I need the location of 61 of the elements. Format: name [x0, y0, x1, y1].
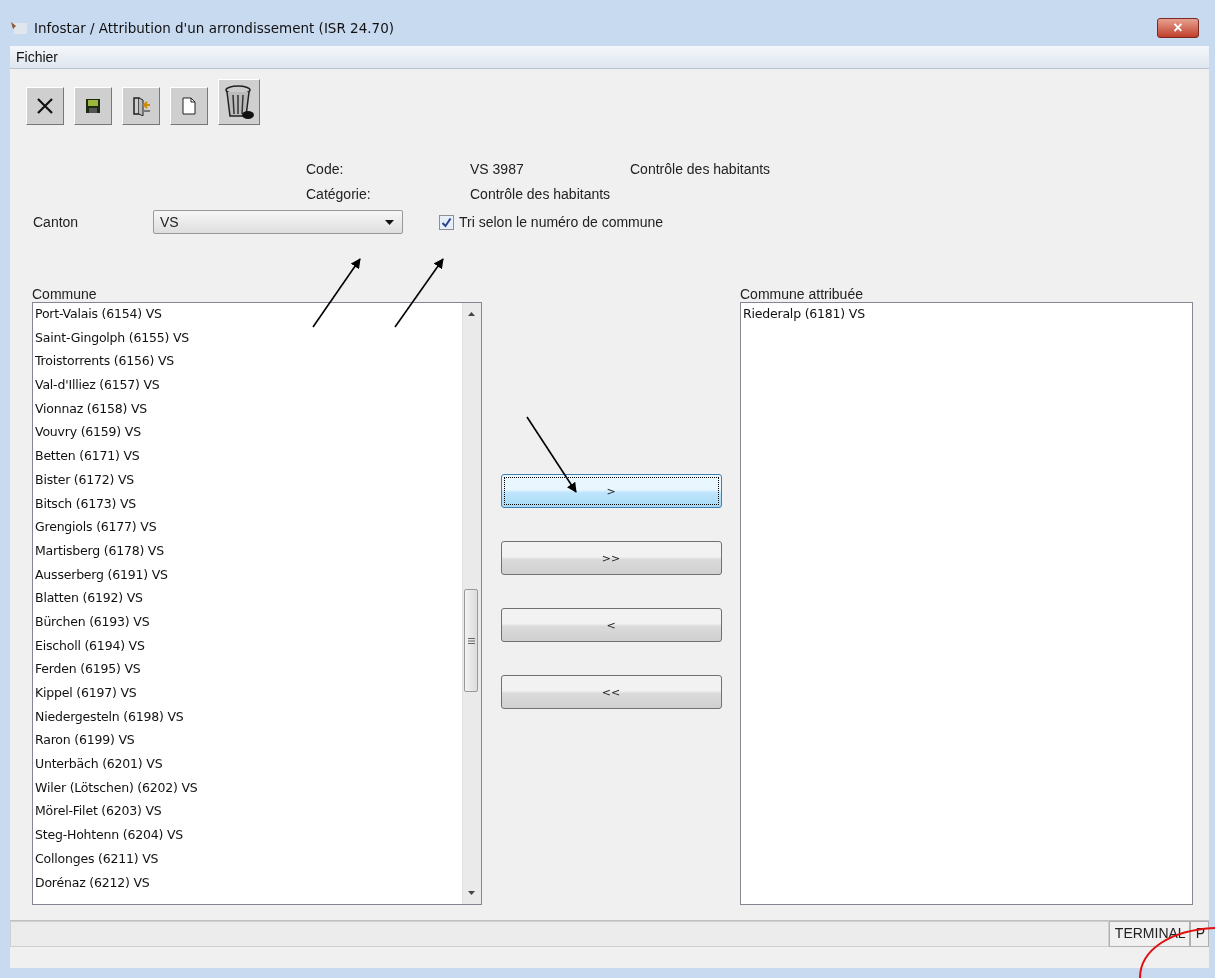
- list-item[interactable]: Eischoll (6194) VS: [33, 635, 462, 660]
- list-item[interactable]: Ferden (6195) VS: [33, 659, 462, 683]
- scrollbar[interactable]: [462, 303, 481, 904]
- status-cell: TERMINAL: [1108, 921, 1190, 947]
- app-icon: [10, 20, 28, 36]
- annotation-arrow: [312, 258, 361, 328]
- list-item[interactable]: Riederalp (6181) VS: [741, 304, 1192, 328]
- commune-list-label: Commune: [32, 286, 98, 302]
- list-item[interactable]: Blatten (6192) VS: [33, 588, 462, 612]
- list-item[interactable]: Port-Valais (6154) VS: [33, 304, 462, 328]
- code-value: VS 3987: [470, 161, 525, 177]
- sort-checkbox[interactable]: [439, 214, 454, 230]
- transfer-button[interactable]: >>: [500, 541, 722, 575]
- new-document-button[interactable]: [170, 87, 208, 125]
- category-value: Contrôle des habitants: [470, 186, 611, 202]
- document-icon: [182, 97, 196, 115]
- list-item[interactable]: Martisberg (6178) VS: [33, 540, 462, 565]
- list-item[interactable]: Troistorrents (6156) VS: [33, 351, 462, 376]
- list-item[interactable]: Bister (6172) VS: [33, 469, 462, 494]
- list-item[interactable]: Betten (6171) VS: [33, 446, 462, 470]
- assigned-list-label: Commune attribuée: [740, 286, 864, 302]
- trash-can-icon: [223, 84, 255, 120]
- dropdown-arrow-icon: [385, 219, 394, 225]
- close-tool-button[interactable]: [26, 87, 64, 125]
- annotation-arrow: [394, 258, 444, 328]
- canton-dropdown[interactable]: VS: [153, 210, 403, 234]
- list-item[interactable]: Unterbäch (6201) VS: [33, 754, 462, 778]
- scroll-up-icon[interactable]: [468, 312, 475, 316]
- list-item[interactable]: Dorénaz (6212) VS: [33, 872, 462, 897]
- list-item[interactable]: Vouvry (6159) VS: [33, 422, 462, 447]
- transfer-button[interactable]: >: [500, 474, 722, 508]
- import-tool-button[interactable]: [122, 87, 160, 125]
- save-tool-button[interactable]: [74, 87, 112, 125]
- category-label: Catégorie:: [306, 186, 372, 202]
- list-item[interactable]: Steg-Hohtenn (6204) VS: [33, 825, 462, 849]
- list-item[interactable]: Kippel (6197) VS: [33, 683, 462, 707]
- transfer-button[interactable]: <<: [500, 675, 722, 709]
- menu-item[interactable]: Fichier: [12, 49, 62, 65]
- scrollbar-thumb[interactable]: [464, 589, 478, 692]
- sort-checkbox-label: Tri selon le numéro de commune: [459, 214, 664, 230]
- list-item[interactable]: Grengiols (6177) VS: [33, 517, 462, 541]
- transfer-button[interactable]: <: [500, 608, 722, 642]
- delete-tool-button[interactable]: [218, 79, 260, 125]
- list-item[interactable]: Wiler (Lötschen) (6202) VS: [33, 777, 462, 802]
- window-title: Infostar / Attribution d'un arrondissement (ISR 24.70): [34, 20, 395, 36]
- list-item[interactable]: Bitsch (6173) VS: [33, 493, 462, 518]
- list-item[interactable]: Vionnaz (6158) VS: [33, 398, 462, 423]
- door-arrow-icon: [131, 96, 151, 116]
- list-item[interactable]: Saint-Gingolph (6155) VS: [33, 327, 462, 352]
- scroll-down-icon[interactable]: [468, 891, 475, 895]
- list-item[interactable]: Niedergesteln (6198) VS: [33, 706, 462, 731]
- list-item[interactable]: Collonges (6211) VS: [33, 848, 462, 873]
- list-item[interactable]: Ausserberg (6191) VS: [33, 564, 462, 589]
- code-description: Contrôle des habitants: [630, 161, 771, 177]
- list-item[interactable]: Mörel-Filet (6203) VS: [33, 801, 462, 826]
- list-item[interactable]: Val-d'Illiez (6157) VS: [33, 375, 462, 399]
- code-label: Code:: [306, 161, 345, 177]
- list-item[interactable]: Raron (6199) VS: [33, 730, 462, 755]
- close-icon: [36, 97, 54, 115]
- list-item[interactable]: Bürchen (6193) VS: [33, 611, 462, 636]
- canton-label: Canton: [33, 214, 80, 230]
